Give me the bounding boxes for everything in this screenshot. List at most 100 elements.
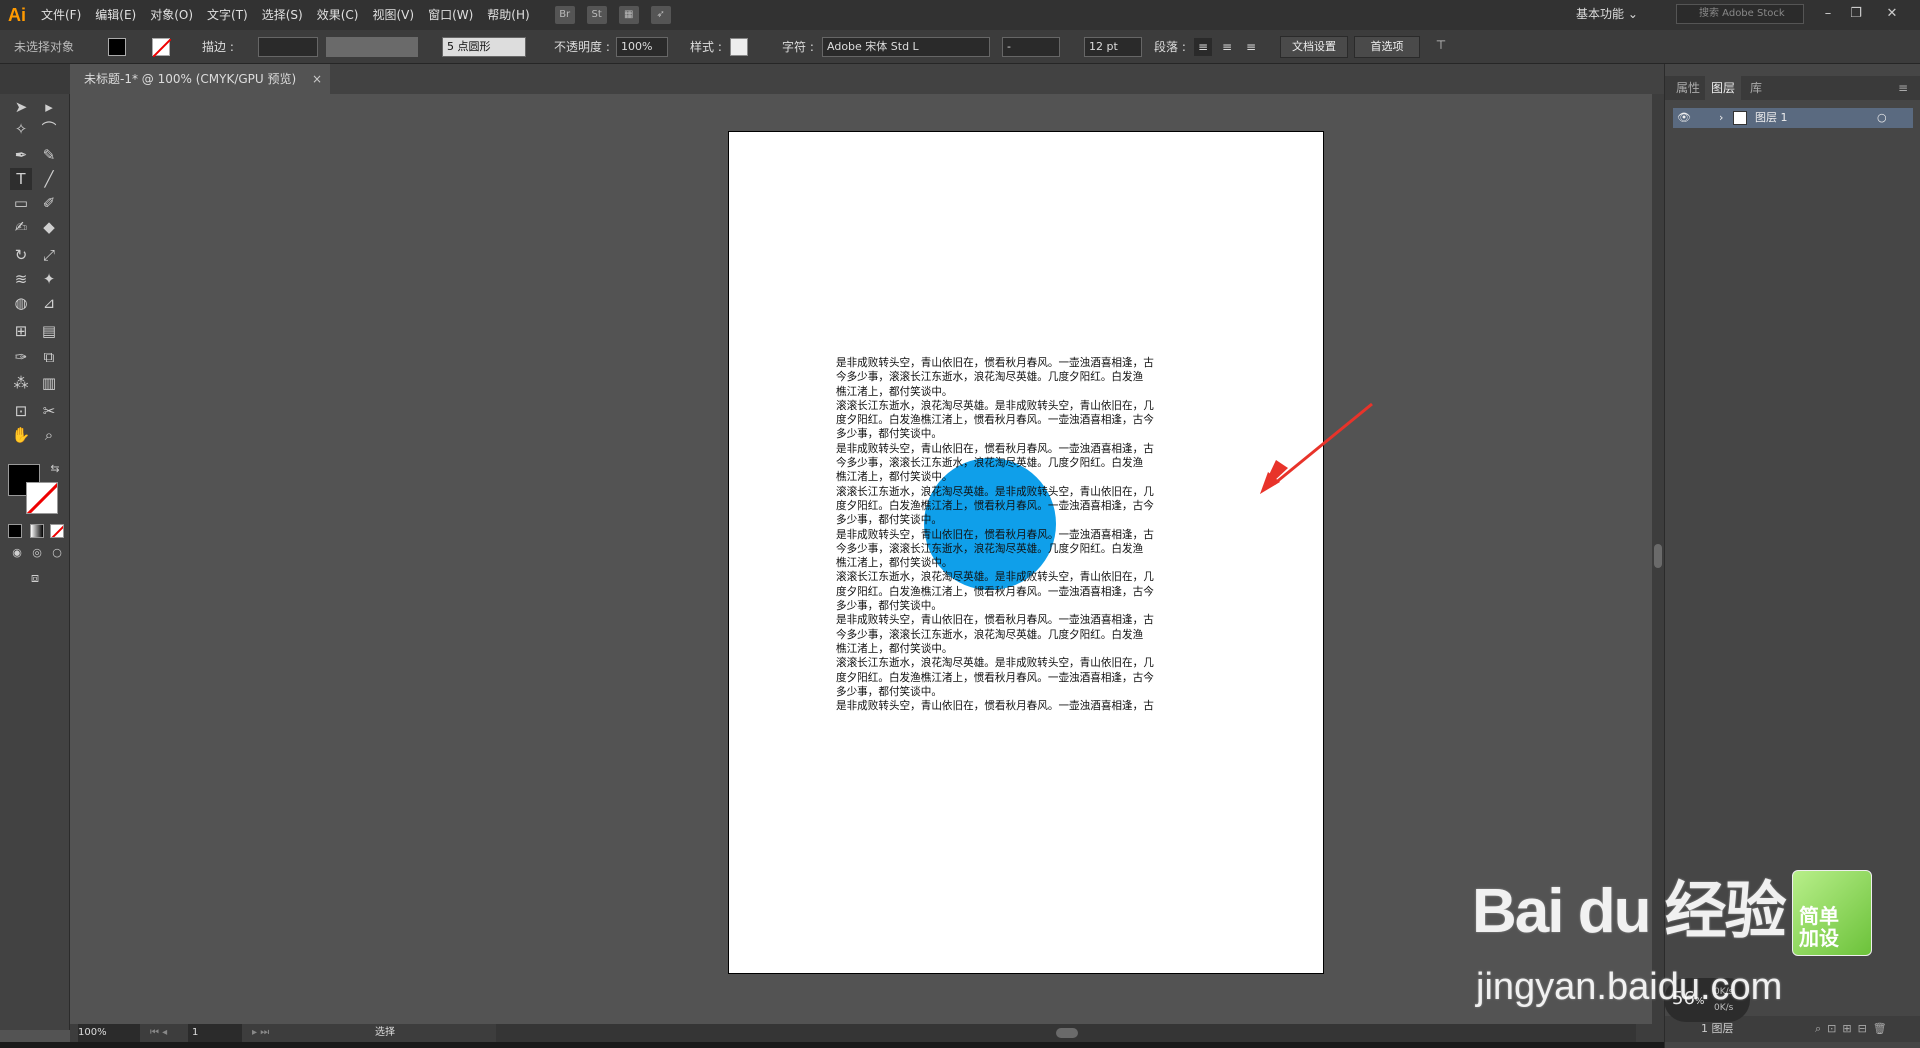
layer-target-icon[interactable]: ○ [1877,108,1887,128]
font-family-select[interactable]: Adobe 宋体 Std L [822,37,990,57]
tab-layers[interactable]: 图层 [1705,76,1741,100]
font-size-input[interactable]: 12 pt [1084,37,1142,57]
color-mode-icon[interactable] [8,524,22,538]
text-line: 滚滚长江东逝水，浪花淘尽英雄。是非成败转头空，青山依旧在，几 [836,485,1154,498]
eraser-tool-icon[interactable]: ◆ [38,216,60,238]
document-setup-button[interactable]: 文档设置 [1280,36,1348,58]
perspective-grid-tool-icon[interactable]: ⊿ [38,292,60,314]
watermark-url: jingyan.baidu.com [1476,966,1783,1008]
artboard-tool-icon[interactable]: ⊡ [10,400,32,422]
align-center-icon[interactable]: ≡ [1218,38,1236,56]
zoom-tool-icon[interactable]: ⌕ [38,424,60,446]
draw-behind-icon[interactable]: ◎ [26,542,48,564]
scale-tool-icon[interactable]: ⤢ [38,244,60,266]
rotate-tool-icon[interactable]: ↻ [10,244,32,266]
column-graph-tool-icon[interactable]: ▥ [38,372,60,394]
menu-window[interactable]: 窗口(W) [421,0,480,30]
document-tab-row: 未标题-1* @ 100% (CMYK/GPU 预览) × [76,64,1664,94]
paintbrush-tool-icon[interactable]: ✐ [38,192,60,214]
menu-object[interactable]: 对象(O) [143,0,200,30]
swap-colors-icon[interactable]: ⇆ [44,458,66,480]
stroke-swatch[interactable] [152,38,172,58]
close-tab-icon[interactable]: × [312,64,322,94]
pen-tool-icon[interactable]: ✒ [10,144,32,166]
direct-selection-tool-icon[interactable]: ▸ [38,96,60,118]
expand-chevron-icon[interactable]: › [1719,108,1723,128]
stroke-weight-input[interactable] [258,37,318,57]
menu-help[interactable]: 帮助(H) [480,0,536,30]
current-tool-status: 选择 [375,1027,395,1038]
brush-definition[interactable]: 5 点圆形 [442,37,526,57]
type-tool-icon[interactable]: T [10,168,32,190]
warp-tool-icon[interactable]: ≋ [10,268,32,290]
draw-inside-icon[interactable]: ○ [46,542,68,564]
first-artboard-icon[interactable]: ⏮ ◂ [150,1024,167,1042]
mesh-tool-icon[interactable]: ⊞ [10,320,32,342]
style-label: 样式 : [690,40,722,54]
arrange-documents-icon[interactable]: ▦ [618,6,639,24]
hand-tool-icon[interactable]: ✋ [10,424,32,446]
selection-tool-icon[interactable]: ➤ [10,96,32,118]
line-tool-icon[interactable]: ╱ [38,168,60,190]
bridge-icon[interactable]: Br [554,6,575,24]
document-tab[interactable]: 未标题-1* @ 100% (CMYK/GPU 预览) × [76,64,330,94]
opacity-input[interactable]: 100% [616,37,668,57]
shaper-tool-icon[interactable]: ✍ [10,216,32,238]
workspace-switcher[interactable]: 基本功能 ⌄ [1576,5,1638,22]
tab-properties[interactable]: 属性 [1673,76,1703,100]
vertical-scroll-thumb[interactable] [1654,544,1662,568]
stroke-color-box[interactable] [26,482,58,514]
panel-menu-icon[interactable]: ≡ [1891,76,1915,100]
stock-icon[interactable]: St [586,6,607,24]
preferences-button[interactable]: 首选项 [1354,36,1420,58]
blend-tool-icon[interactable]: ⧉ [38,346,60,368]
tools-panel: ➤ ▸ ✧ ⌒ ✒ ✎ T ╱ ▭ ✐ ✍ ◆ ↻ ⤢ ≋ ✦ ◍ ⊿ ⊞ ▤ … [0,94,70,1030]
panel-footer-icons[interactable]: ⌕⊡⊞⊟🗑 [1815,1019,1893,1039]
text-line: 是非成败转头空，青山依旧在，惯看秋月春风。一壶浊酒喜相逢，古 [836,614,1154,627]
taskbar-edge [0,1042,1920,1048]
stock-search-input[interactable]: 搜索 Adobe Stock [1676,4,1804,24]
puppet-warp-tool-icon[interactable]: ✦ [38,268,60,290]
restore-icon[interactable]: ❐ [1842,2,1870,26]
area-text-block[interactable]: 是非成败转头空，青山依旧在，惯看秋月春风。一壶浊酒喜相逢，古 今多少事，滚滚长江东… [836,356,1202,713]
none-mode-icon[interactable] [50,524,64,538]
text-line: 多少事，都付笑谈中。 [836,428,942,441]
shape-builder-tool-icon[interactable]: ◍ [10,292,32,314]
align-right-icon[interactable]: ≡ [1242,38,1260,56]
gradient-tool-icon[interactable]: ▤ [38,320,60,342]
status-bar: 100% ⏮ ◂ 1 ▸ ⏭ 选择 [70,1024,1664,1042]
fill-swatch[interactable] [108,38,126,56]
stroke-label: 描边 : [202,40,234,54]
minimize-icon[interactable]: – [1814,2,1842,26]
gradient-mode-icon[interactable] [30,524,44,538]
close-icon[interactable]: ✕ [1878,2,1906,26]
zoom-level-select[interactable]: 100% [78,1024,140,1042]
variable-width-profile[interactable] [326,37,418,57]
rectangle-tool-icon[interactable]: ▭ [10,192,32,214]
font-style-select[interactable]: - [1002,37,1060,57]
menu-effect[interactable]: 效果(C) [310,0,366,30]
screen-mode-icon[interactable]: ⧈ [24,568,46,590]
last-artboard-icon[interactable]: ▸ ⏭ [252,1024,269,1042]
align-left-icon[interactable]: ≡ [1194,38,1212,56]
graphic-style-swatch[interactable] [730,38,748,56]
symbol-sprayer-tool-icon[interactable]: ⁂ [10,372,32,394]
lasso-tool-icon[interactable]: ⌒ [38,118,60,140]
curvature-tool-icon[interactable]: ✎ [38,144,60,166]
eyedropper-tool-icon[interactable]: ✑ [10,346,32,368]
menu-file[interactable]: 文件(F) [34,0,88,30]
menu-type[interactable]: 文字(T) [200,0,255,30]
menu-view[interactable]: 视图(V) [365,0,421,30]
tab-libraries[interactable]: 库 [1743,76,1769,100]
horizontal-scroll-thumb[interactable] [1056,1028,1078,1038]
menu-edit[interactable]: 编辑(E) [88,0,143,30]
artboard-number-input[interactable]: 1 [188,1024,242,1042]
menu-select[interactable]: 选择(S) [255,0,310,30]
magic-wand-tool-icon[interactable]: ✧ [10,118,32,140]
visibility-eye-icon[interactable]: 👁 [1677,108,1691,128]
draw-normal-icon[interactable]: ◉ [6,542,28,564]
align-options-icon[interactable]: ⊤ [1430,38,1452,56]
gpu-performance-icon[interactable]: ➶ [650,6,671,24]
layer-row[interactable]: 👁 › 图层 1 ○ [1673,108,1913,128]
slice-tool-icon[interactable]: ✂ [38,400,60,422]
